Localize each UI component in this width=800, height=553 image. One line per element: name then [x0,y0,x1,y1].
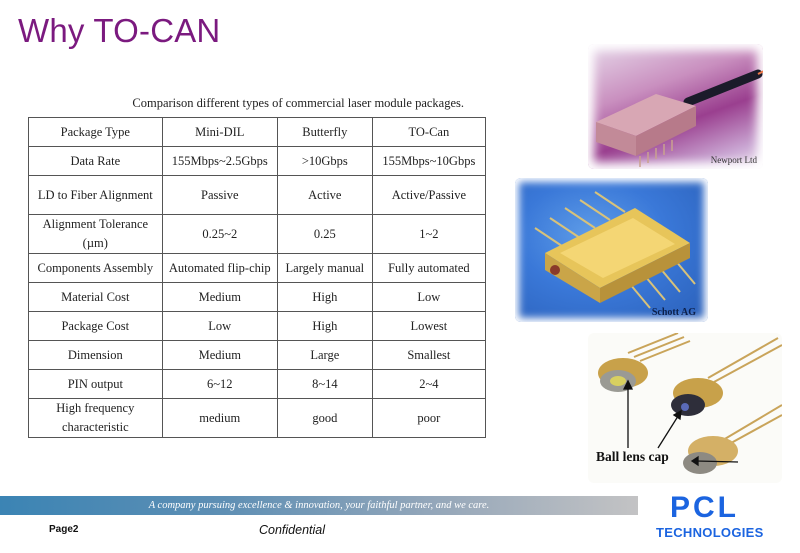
table-cell: Smallest [371,340,487,370]
confidential-label: Confidential [259,523,326,537]
table-row: Alignment Tolerance (µm) 0.25~2 0.25 1~2 [28,214,487,254]
table-cell: 155Mbps~2.5Gbps [161,146,278,176]
column-header: Mini-DIL [161,117,278,147]
table-row: LD to Fiber Alignment Passive Active Act… [28,175,487,215]
table-cell: good [276,398,373,438]
to-can-photo: Ball lens cap [588,333,782,483]
table-cell: 8~14 [276,369,373,399]
table-cell: Low [161,311,278,341]
butterfly-package-illustration [534,191,696,309]
table-cell: Active [276,175,373,215]
table-cell: >10Gbps [276,146,373,176]
table-caption: Comparison different types of commercial… [28,96,486,111]
row-label: LD to Fiber Alignment [28,175,163,215]
butterfly-photo: Schott AG [515,178,708,322]
row-label: Dimension [28,340,163,370]
table-cell: 155Mbps~10Gbps [371,146,487,176]
row-label: Package Cost [28,311,163,341]
table-cell: poor [371,398,487,438]
slide-title: Why TO-CAN [18,12,221,49]
table-cell: High [276,311,373,341]
mini-dil-photo: Newport Ltd [588,44,763,169]
table-row: Components Assembly Automated flip-chip … [28,253,487,283]
table-row: High frequency characteristic medium goo… [28,398,487,438]
page-number: Page2 [49,524,79,535]
table-cell: Fully automated [371,253,487,283]
table-header-row: Package Type Mini-DIL Butterfly TO-Can [28,117,487,147]
table-cell: Large [276,340,373,370]
ball-lens-cap-label: Ball lens cap [596,449,669,464]
table-cell: Medium [161,340,278,370]
column-header: Package Type [28,117,163,147]
table-cell: Largely manual [276,253,373,283]
column-header: Butterfly [276,117,373,147]
table-cell: medium [161,398,278,438]
row-label: PIN output [28,369,163,399]
photo-credit: Newport Ltd [710,155,757,165]
table-cell: 0.25 [276,214,373,254]
row-label: Data Rate [28,146,163,176]
table-cell: Lowest [371,311,487,341]
footer-tagline: A company pursuing excellence & innovati… [148,500,490,511]
column-header: TO-Can [371,117,487,147]
company-logo: PCL TECHNOLOGIES [654,492,794,547]
table-cell: Passive [161,175,278,215]
caption-text: Comparison different types of commercial… [132,96,464,110]
logo-text: TECHNOLOGIES [656,525,764,540]
table-cell: Medium [161,282,278,312]
footer-band: A company pursuing excellence & innovati… [0,496,638,515]
logo-mark: PCL [670,491,739,524]
table-row: Data Rate 155Mbps~2.5Gbps >10Gbps 155Mbp… [28,146,487,176]
table-cell: High [276,282,373,312]
row-label: Alignment Tolerance (µm) [28,214,163,254]
table-row: Package Cost Low High Lowest [28,311,487,341]
table-row: Dimension Medium Large Smallest [28,340,487,370]
table-cell: Low [371,282,487,312]
row-label: High frequency characteristic [28,398,163,438]
row-label: Material Cost [28,282,163,312]
table-row: PIN output 6~12 8~14 2~4 [28,369,487,399]
table-cell: Automated flip-chip [161,253,278,283]
table-cell: 1~2 [371,214,487,254]
table-row: Material Cost Medium High Low [28,282,487,312]
comparison-table: Package Type Mini-DIL Butterfly TO-Can D… [28,117,487,438]
mini-dil-module-illustration [596,69,763,167]
table-cell: Active/Passive [371,175,487,215]
table-cell: 6~12 [161,369,278,399]
table-cell: 2~4 [371,369,487,399]
row-label: Components Assembly [28,253,163,283]
table-cell: 0.25~2 [161,214,278,254]
photo-credit: Schott AG [651,307,696,318]
